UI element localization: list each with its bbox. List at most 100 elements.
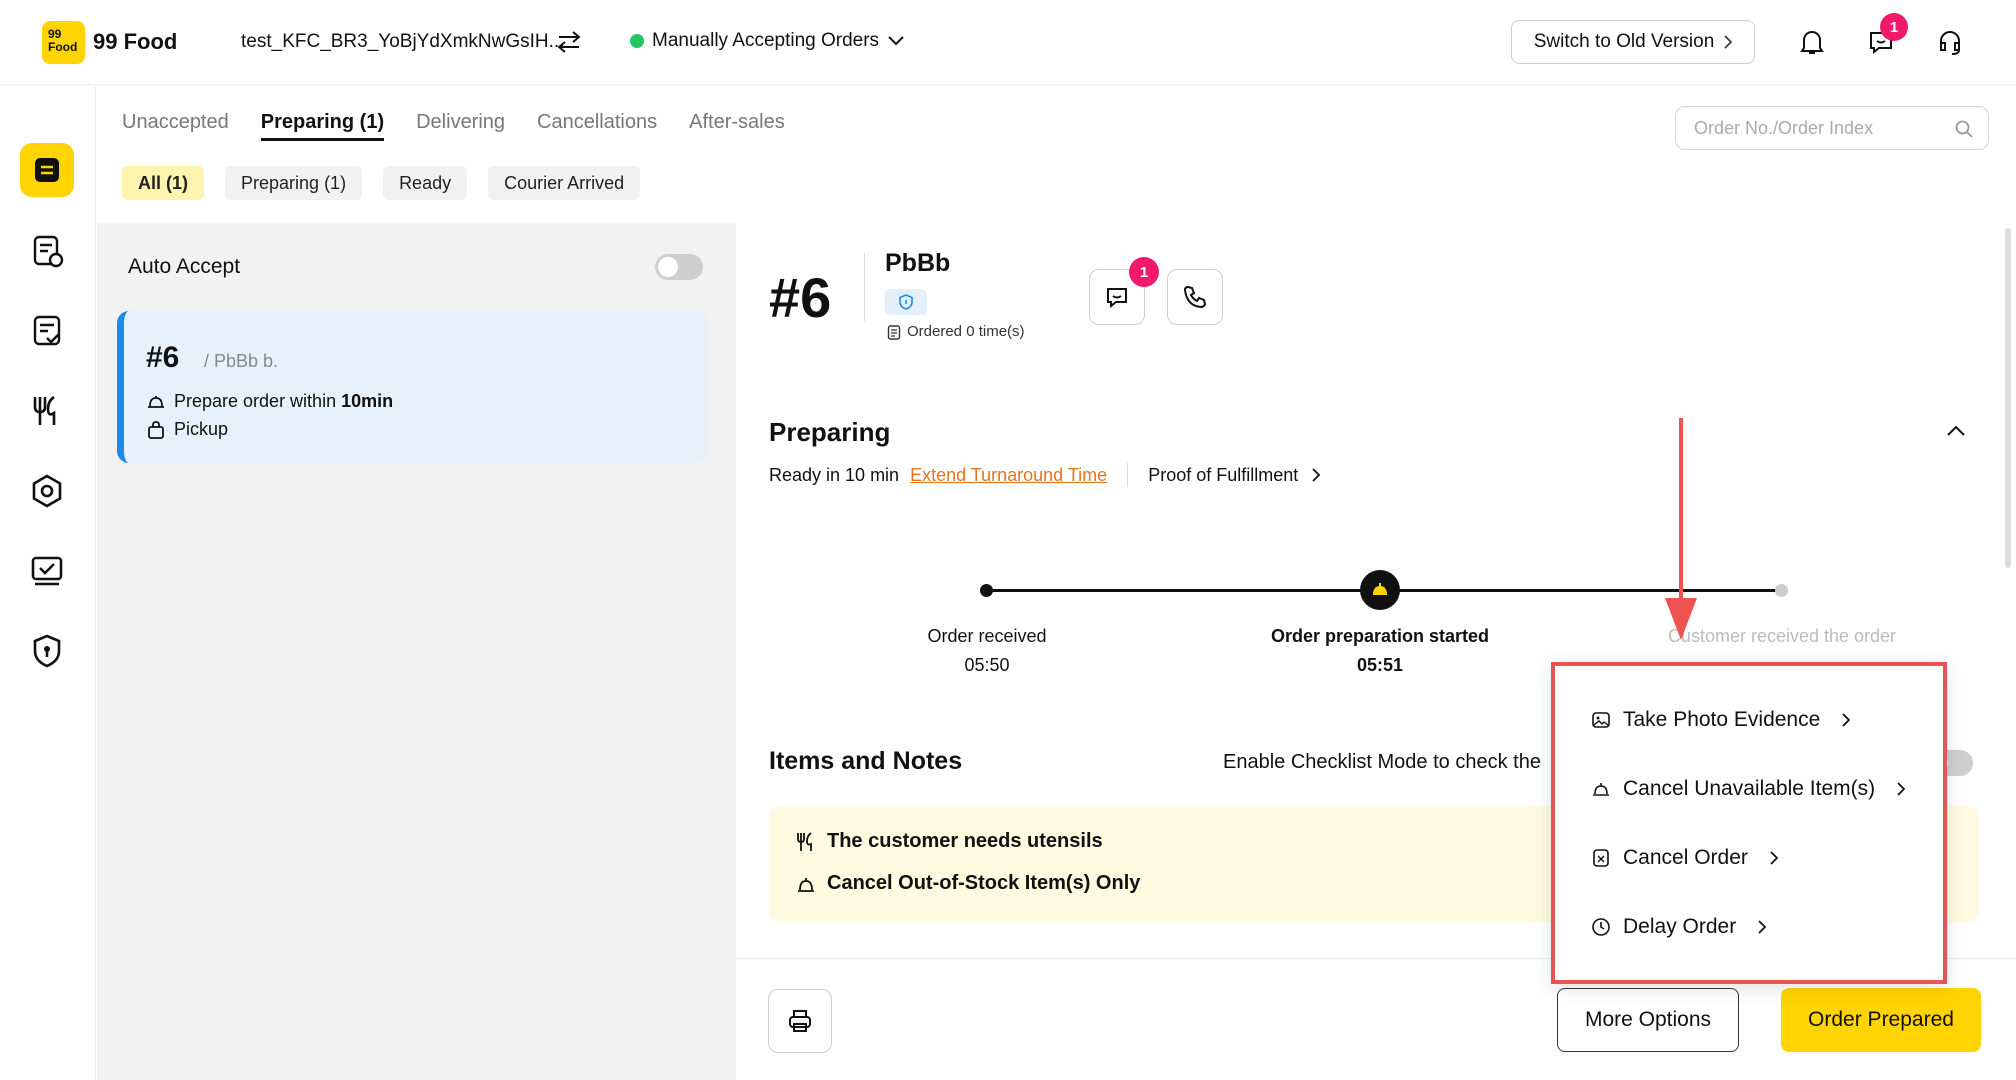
divider [864,253,865,321]
ready-in-text: Ready in 10 min [769,464,900,485]
tab-unaccepted[interactable]: Unaccepted [122,111,229,141]
shopping-bag-icon [148,420,164,439]
bell-icon[interactable] [1796,26,1828,58]
clock-icon [1592,918,1610,936]
app-name: 99 Food [93,29,178,54]
orders-icon[interactable] [27,150,67,190]
menu-utensils-icon[interactable] [27,391,67,431]
monitor-check-icon[interactable] [27,551,67,591]
print-button[interactable] [768,989,832,1053]
order-type-label: Pickup [174,419,229,439]
chevron-right-icon [1758,920,1767,934]
order-history-icon[interactable] [27,231,67,271]
sidebar [0,86,96,1080]
clipboard-icon [887,324,901,340]
chevron-right-icon [1724,35,1733,49]
photo-icon [1592,712,1610,728]
menu-item-take-photo[interactable]: Take Photo Evidence [1591,708,1851,732]
chevron-up-icon[interactable] [1946,425,1966,437]
cancel-order-icon [1593,849,1609,867]
note-cancel-out-of-stock: Cancel Out-of-Stock Item(s) Only [795,872,1140,895]
cancel-item-icon [798,877,814,892]
auto-accept-label: Auto Accept [128,255,241,278]
cloche-icon [1371,583,1389,596]
order-card-type: Pickup [146,419,228,440]
store-name[interactable]: test_KFC_BR3_YoBjYdXmkNwGsIH... [241,31,564,53]
chevron-right-icon [1312,468,1321,482]
divider [1127,463,1129,487]
timeline-line [986,589,1506,592]
ordered-count: Ordered 0 time(s) [887,323,1025,340]
switch-store-icon[interactable] [555,29,583,55]
customer-name: PbBb [885,249,951,277]
settings-icon[interactable] [27,471,67,511]
top-bar: 99 Food 99 Food test_KFC_BR3_YoBjYdXmkNwG… [0,0,2016,85]
more-options-button[interactable]: More Options [1557,988,1739,1052]
order-list-panel: Auto Accept #6 / PbBb b. Prepare order w… [97,223,736,1080]
order-card[interactable]: #6 / PbBb b. Prepare order within 10min … [117,311,709,463]
order-prepared-button[interactable]: Order Prepared [1781,988,1981,1052]
items-notes-title: Items and Notes [769,747,963,775]
verified-shield-icon [885,289,927,315]
search-placeholder: Order No./Order Index [1694,117,1874,138]
timeline-current-step [1360,570,1400,610]
chevron-right-icon [1897,782,1906,796]
phone-icon [1183,285,1207,309]
app-logo: 99 Food [42,21,85,64]
support-headset-icon[interactable] [1934,26,1966,58]
filter-all[interactable]: All (1) [122,166,205,200]
accept-status-dropdown[interactable]: Manually Accepting Orders [630,30,905,52]
checklist-icon[interactable] [27,311,67,351]
status-filters: All (1) Preparing (1) Ready Courier Arri… [122,166,641,200]
scrollbar[interactable] [2005,228,2011,568]
order-card-customer: / PbBb b. [204,351,279,371]
chevron-down-icon [888,36,904,46]
extend-turnaround-link[interactable]: Extend Turnaround Time [910,465,1107,486]
tab-after-sales[interactable]: After-sales [689,111,785,141]
accept-status-label: Manually Accepting Orders [652,30,880,51]
cloche-icon [148,395,164,408]
order-card-number: #6 [146,341,180,374]
switch-old-version-button[interactable]: Switch to Old Version [1511,20,1755,64]
menu-item-cancel-unavailable[interactable]: Cancel Unavailable Item(s) [1591,777,1906,801]
timeline-line [1506,589,1788,592]
search-icon[interactable] [1954,119,1974,139]
status-dot [630,34,644,48]
order-number: #6 [769,266,832,329]
chat-badge: 1 [1129,257,1159,287]
chevron-right-icon [1770,851,1778,865]
status-title: Preparing [769,417,891,447]
filter-courier-arrived[interactable]: Courier Arrived [488,166,641,200]
chat-icon [1107,288,1127,309]
search-input[interactable]: Order No./Order Index [1675,106,1989,150]
switch-old-version-label: Switch to Old Version [1533,31,1715,52]
utensils-icon [797,831,812,851]
order-card-prepare: Prepare order within 10min [146,391,393,412]
proof-of-fulfillment-link[interactable]: Proof of Fulfillment [1148,465,1298,486]
ready-line: Ready in 10 min Extend Turnaround Time P… [769,463,1321,487]
prepare-prefix: Prepare order within [174,391,342,411]
prepare-time: 10min [341,391,394,411]
filter-preparing[interactable]: Preparing (1) [225,166,363,200]
order-timeline: Order received 05:50 Order preparation s… [737,543,2016,675]
menu-item-cancel-order[interactable]: Cancel Order [1591,846,1778,870]
filter-ready[interactable]: Ready [383,166,468,200]
printer-icon [789,1010,811,1032]
security-shield-icon[interactable] [27,631,67,671]
timeline-dot-received [980,584,993,597]
menu-item-delay-order[interactable]: Delay Order [1591,915,1767,939]
timeline-step-received: Order received 05:50 [927,626,1047,675]
auto-accept-toggle[interactable] [655,254,703,280]
tab-preparing[interactable]: Preparing (1) [260,111,385,141]
timeline-step-started: Order preparation started 05:51 [1270,626,1490,675]
tab-cancellations[interactable]: Cancellations [537,111,657,141]
cancel-item-icon [1593,783,1609,796]
note-utensils: The customer needs utensils [795,830,1103,853]
annotation-arrow [1665,418,1697,640]
call-button[interactable] [1167,269,1223,325]
message-badge: 1 [1880,13,1908,41]
tab-delivering[interactable]: Delivering [416,111,505,141]
more-options-menu: Take Photo Evidence Cancel Unavailable I… [1551,662,1947,984]
checklist-mode-text: Enable Checklist Mode to check the [1223,751,1541,773]
order-tabs: Unaccepted Preparing (1) Delivering Canc… [122,111,785,141]
